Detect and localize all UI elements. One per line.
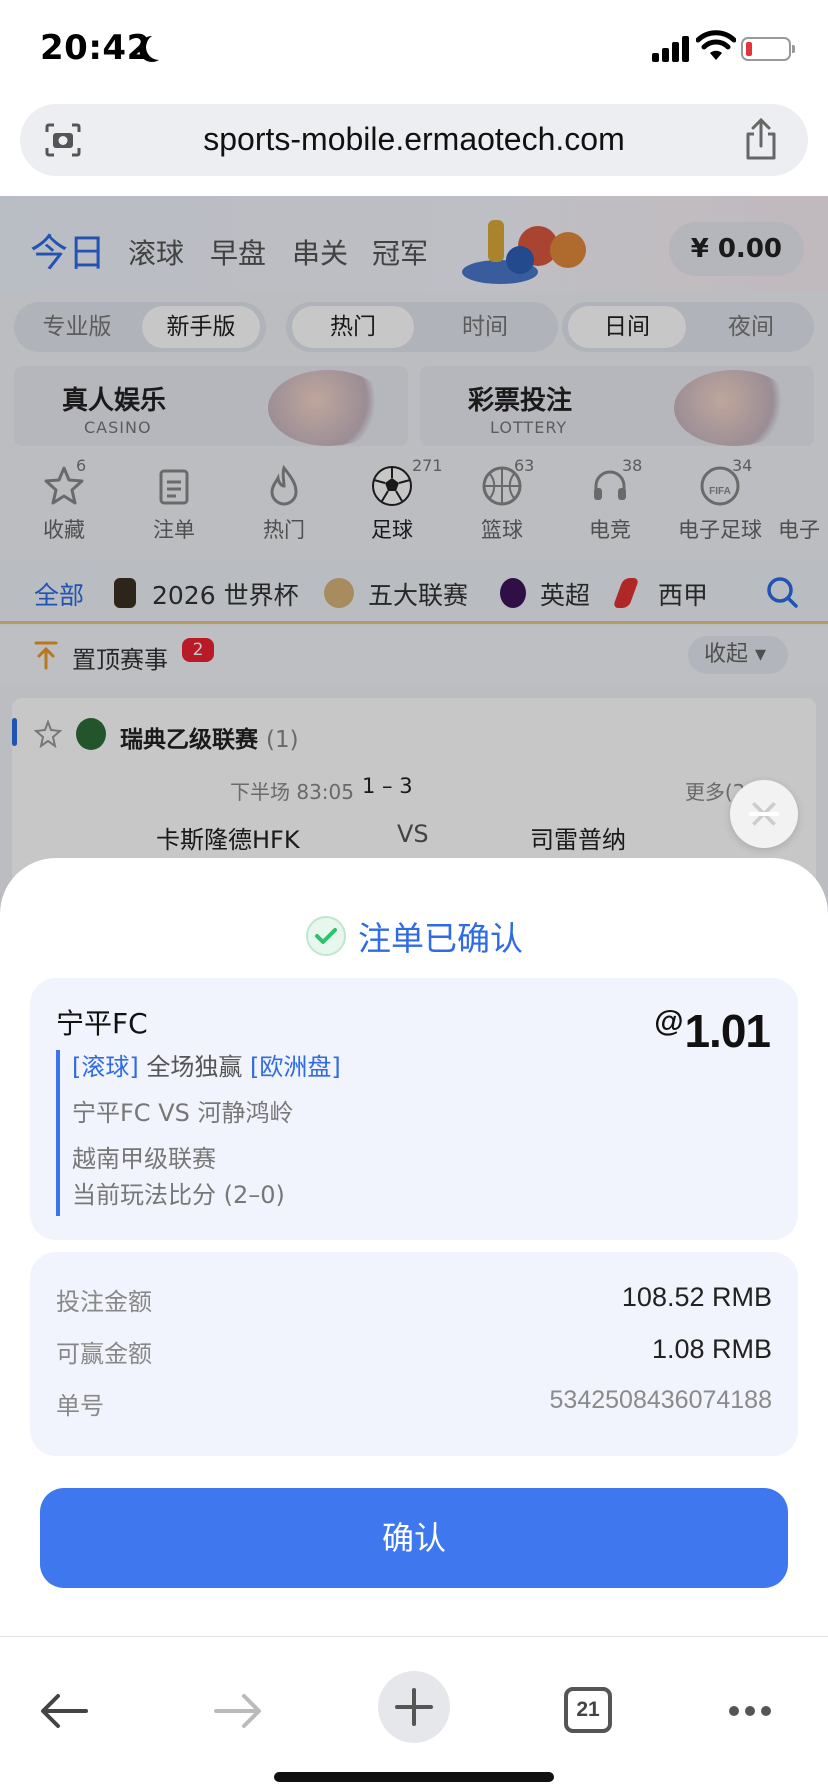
selected-team: 宁平FC: [56, 1007, 148, 1040]
bet-details: [滚球] 全场独赢 [欧洲盘] 宁平FC VS 河静鸿岭 越南甲级联赛 当前玩法…: [56, 1050, 341, 1216]
close-button[interactable]: ×: [730, 780, 798, 848]
order-id-value: 5342508436074188: [549, 1386, 772, 1414]
payout-value: 1.08 RMB: [651, 1334, 772, 1364]
plus-icon: [395, 1688, 433, 1726]
wifi-icon: [696, 30, 736, 60]
browser-toolbar: 21: [0, 1636, 828, 1792]
payout-row: 可赢金额 1.08 RMB: [56, 1334, 772, 1374]
payout-label: 可赢金额: [56, 1340, 152, 1368]
order-id-row: 单号 5342508436074188: [56, 1386, 772, 1426]
stake-row: 投注金额 108.52 RMB: [56, 1282, 772, 1322]
confirm-button[interactable]: 确认: [40, 1488, 788, 1588]
moon-icon: [146, 34, 172, 60]
bet-current-score: 当前玩法比分 (2–0): [72, 1181, 285, 1209]
home-indicator: [274, 1772, 554, 1782]
back-arrow-icon[interactable]: [28, 1675, 100, 1747]
order-id-label: 单号: [56, 1392, 104, 1420]
check-circle-icon: [305, 916, 346, 956]
bet-summary-card: 宁平FC @1.01 [滚球] 全场独赢 [欧洲盘] 宁平FC VS 河静鸿岭 …: [30, 978, 798, 1240]
bet-market-line: [滚球] 全场独赢 [欧洲盘]: [72, 1053, 341, 1081]
stake-value: 108.52 RMB: [621, 1282, 772, 1312]
address-bar[interactable]: sports-mobile.ermaotech.com: [20, 104, 808, 176]
sheet-title-text: 注单已确认: [358, 919, 524, 958]
bet-amounts-card: 投注金额 108.52 RMB 可赢金额 1.08 RMB 单号 5342508…: [30, 1252, 798, 1456]
bet-odds: @1.01: [654, 1005, 771, 1057]
battery-icon: [741, 37, 795, 61]
more-options-icon[interactable]: [714, 1675, 786, 1747]
status-bar: 20:42: [0, 0, 828, 96]
bet-confirmation-sheet: 注单已确认 宁平FC @1.01 [滚球] 全场独赢 [欧洲盘] 宁平FC VS…: [0, 858, 828, 1636]
bet-matchup: 宁平FC VS 河静鸿岭: [72, 1099, 294, 1127]
stake-label: 投注金额: [56, 1288, 152, 1316]
status-time: 20:42: [40, 28, 151, 68]
close-icon: ×: [746, 788, 782, 837]
share-icon[interactable]: [742, 118, 780, 162]
sheet-title: 注单已确认: [0, 912, 828, 960]
new-tab-button[interactable]: [378, 1671, 450, 1743]
bet-league: 越南甲级联赛: [72, 1145, 216, 1173]
url-text: sports-mobile.ermaotech.com: [203, 121, 625, 157]
cellular-signal-icon: [652, 34, 692, 62]
forward-arrow-icon[interactable]: [202, 1675, 274, 1747]
tabs-button[interactable]: 21: [564, 1687, 612, 1733]
